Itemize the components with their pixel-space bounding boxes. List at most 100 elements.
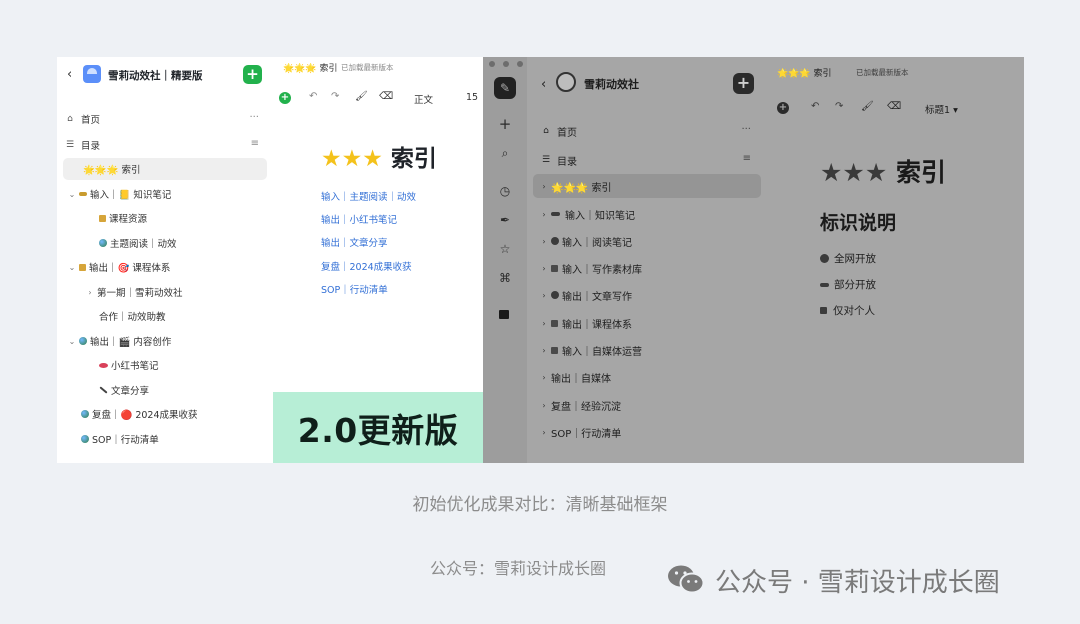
doc-link[interactable]: 输入｜主题阅读｜动效	[321, 189, 416, 203]
sidebar-item-course-resources[interactable]: 课程资源	[63, 207, 267, 229]
window-minimize-button[interactable]	[503, 61, 509, 67]
sidebar-item-sop[interactable]: › SOP｜行动清单	[533, 420, 761, 444]
redo-icon[interactable]: ↷	[331, 91, 339, 102]
doc-link[interactable]: 复盘｜2024成果收获	[321, 259, 412, 273]
chevron-right-icon[interactable]: ›	[539, 346, 549, 355]
app-logo-icon[interactable]: ✎	[494, 77, 516, 99]
doc-link[interactable]: 输出｜小红书笔记	[321, 212, 397, 226]
redo-icon[interactable]: ↷	[835, 101, 843, 112]
sidebar-item-label: 输出｜🎬 内容创作	[90, 337, 172, 348]
sidebar-item-review[interactable]: 复盘｜🔴 2024成果收获	[63, 403, 267, 425]
undo-icon[interactable]: ↶	[309, 91, 317, 102]
version-banner: 2.0更新版	[273, 392, 483, 463]
globe-icon	[81, 435, 89, 443]
sidebar-item-home[interactable]: ⌂ 首页 ···	[533, 119, 761, 143]
key-icon	[820, 282, 829, 287]
before-screenshot: ‹ 雪莉动效社｜精要版 + ⌂ 首页 ··· ☰ 目录 ≡ 🌟🌟🌟 索引 ⌄ 输…	[57, 57, 483, 463]
sidebar-item-reading-notes[interactable]: › 输入｜阅读笔记	[533, 229, 761, 253]
sidebar-item-phase-one[interactable]: › 第一期｜雪莉动效社	[63, 281, 267, 303]
more-icon[interactable]: ···	[249, 112, 259, 123]
sidebar-item-self-media[interactable]: › 输出｜自媒体	[533, 365, 761, 389]
chevron-right-icon[interactable]: ›	[85, 288, 95, 297]
back-button[interactable]: ‹	[541, 77, 546, 92]
doc-link[interactable]: SOP｜行动清单	[321, 282, 388, 296]
globe-icon	[551, 237, 559, 245]
sidebar-item-output-content[interactable]: ⌄ 输出｜🎬 内容创作	[63, 330, 267, 352]
search-icon[interactable]: ⌕	[497, 146, 513, 161]
feather-icon[interactable]: ✒	[497, 213, 513, 227]
sidebar-item-index[interactable]: › 🌟🌟🌟 索引	[533, 174, 761, 198]
more-icon[interactable]: ···	[741, 124, 751, 135]
chevron-right-icon[interactable]: ›	[539, 428, 549, 437]
list-toggle-icon[interactable]: ≡	[251, 138, 259, 149]
sidebar-item-topic-reading[interactable]: 主题阅读｜动效	[63, 232, 267, 254]
eraser-icon[interactable]: ⌫	[379, 91, 393, 102]
clock-icon[interactable]: ◷	[497, 184, 513, 198]
chevron-right-icon[interactable]: ›	[539, 210, 549, 219]
page-title: ★★★ 索引	[820, 153, 946, 189]
add-button[interactable]: +	[243, 65, 262, 84]
sidebar-item-review[interactable]: › 复盘｜经验沉淀	[533, 393, 761, 417]
sidebar-item-media-ops[interactable]: › 输入｜自媒体运营	[533, 338, 761, 362]
globe-icon	[99, 239, 107, 247]
sidebar-item-output-course[interactable]: ⌄ 输出｜🎯 课程体系	[63, 256, 267, 278]
legend-label: 部分开放	[834, 279, 876, 291]
toc-icon: ☰	[541, 155, 551, 165]
sidebar-item-label: SOP｜行动清单	[92, 435, 159, 446]
sidebar: ‹ 雪莉动效社｜精要版 + ⌂ 首页 ··· ☰ 目录 ≡ 🌟🌟🌟 索引 ⌄ 输…	[57, 57, 273, 463]
doc-tab-title[interactable]: 🌟🌟🌟 索引	[777, 66, 831, 79]
sidebar-item-home[interactable]: ⌂ 首页 ···	[63, 108, 267, 130]
account-caption: 公众号：雪莉设计成长圈	[430, 559, 607, 578]
format-painter-icon[interactable]: 🖌	[355, 91, 368, 102]
sidebar-item-article-writing[interactable]: › 输出｜文章写作	[533, 283, 761, 307]
eraser-icon[interactable]: ⌫	[887, 101, 901, 112]
list-toggle-icon[interactable]: ≡	[743, 153, 751, 164]
plus-icon[interactable]: +	[497, 115, 513, 133]
sidebar-item-index[interactable]: 🌟🌟🌟 索引	[63, 158, 267, 180]
insert-block-button[interactable]: +	[279, 92, 291, 104]
chevron-right-icon[interactable]: ›	[539, 401, 549, 410]
sidebar-item-input-notes[interactable]: ⌄ 输入｜📒 知识笔记	[63, 183, 267, 205]
doc-tab[interactable]: 🌟🌟🌟 索引 已加载最新版本	[273, 57, 483, 77]
chevron-right-icon[interactable]: ›	[539, 373, 549, 382]
lock-icon	[551, 319, 558, 327]
sidebar-item-label: 目录	[557, 156, 577, 168]
chevron-down-icon[interactable]: ⌄	[67, 190, 77, 199]
text-style-select[interactable]: 正文	[414, 92, 433, 106]
after-screenshot: ✎ + ⌕ ◷ ✒ ☆ ⌘ ‹ 雪莉动效社 + ⌂ 首页 ··· ☰ 目录 ≡ …	[483, 57, 1024, 463]
chevron-right-icon[interactable]: ›	[539, 264, 549, 273]
sidebar-item-collab[interactable]: 合作｜动效助教	[63, 305, 267, 327]
sidebar-item-input-notes[interactable]: › 输入｜知识笔记	[533, 202, 761, 226]
star-icon[interactable]: ☆	[497, 242, 513, 256]
chevron-right-icon[interactable]: ›	[539, 182, 549, 191]
chevron-right-icon[interactable]: ›	[539, 291, 549, 300]
sidebar-item-sop[interactable]: SOP｜行动清单	[63, 428, 267, 450]
chevron-right-icon[interactable]: ›	[539, 319, 549, 328]
sidebar-item-label: 小红书笔记	[111, 361, 159, 372]
insert-block-button[interactable]: +	[777, 102, 789, 114]
sidebar-item-label: 主题阅读｜动效	[110, 239, 177, 250]
chevron-down-icon[interactable]: ⌄	[67, 263, 77, 272]
chevron-right-icon[interactable]: ›	[539, 237, 549, 246]
add-button[interactable]: +	[733, 73, 754, 94]
lock-icon	[79, 263, 86, 271]
sidebar-item-label: 目录	[81, 141, 101, 152]
format-painter-icon[interactable]: 🖌	[861, 101, 874, 112]
font-size-select[interactable]: 15	[466, 92, 478, 103]
doc-link[interactable]: 输出｜文章分享	[321, 235, 388, 249]
sidebar-item-xiaohongshu[interactable]: 小红书笔记	[63, 354, 267, 376]
sidebar-item-article[interactable]: 文章分享	[63, 379, 267, 401]
sidebar-item-toc[interactable]: ☰ 目录 ≡	[63, 134, 267, 156]
window-zoom-button[interactable]	[517, 61, 523, 67]
undo-icon[interactable]: ↶	[811, 101, 819, 112]
text-style-select[interactable]: 标题1 ▾	[925, 102, 958, 116]
window-close-button[interactable]	[489, 61, 495, 67]
command-icon[interactable]: ⌘	[497, 271, 513, 285]
chevron-down-icon[interactable]: ⌄	[67, 337, 77, 346]
sidebar-item-writing-library[interactable]: › 输入｜写作素材库	[533, 256, 761, 280]
book-icon[interactable]	[499, 310, 509, 319]
sidebar-item-course-system[interactable]: › 输出｜课程体系	[533, 311, 761, 335]
sidebar-item-label: 输入｜📒 知识笔记	[90, 190, 172, 201]
back-button[interactable]: ‹	[67, 67, 72, 82]
sidebar-item-toc[interactable]: ☰ 目录 ≡	[533, 148, 761, 172]
